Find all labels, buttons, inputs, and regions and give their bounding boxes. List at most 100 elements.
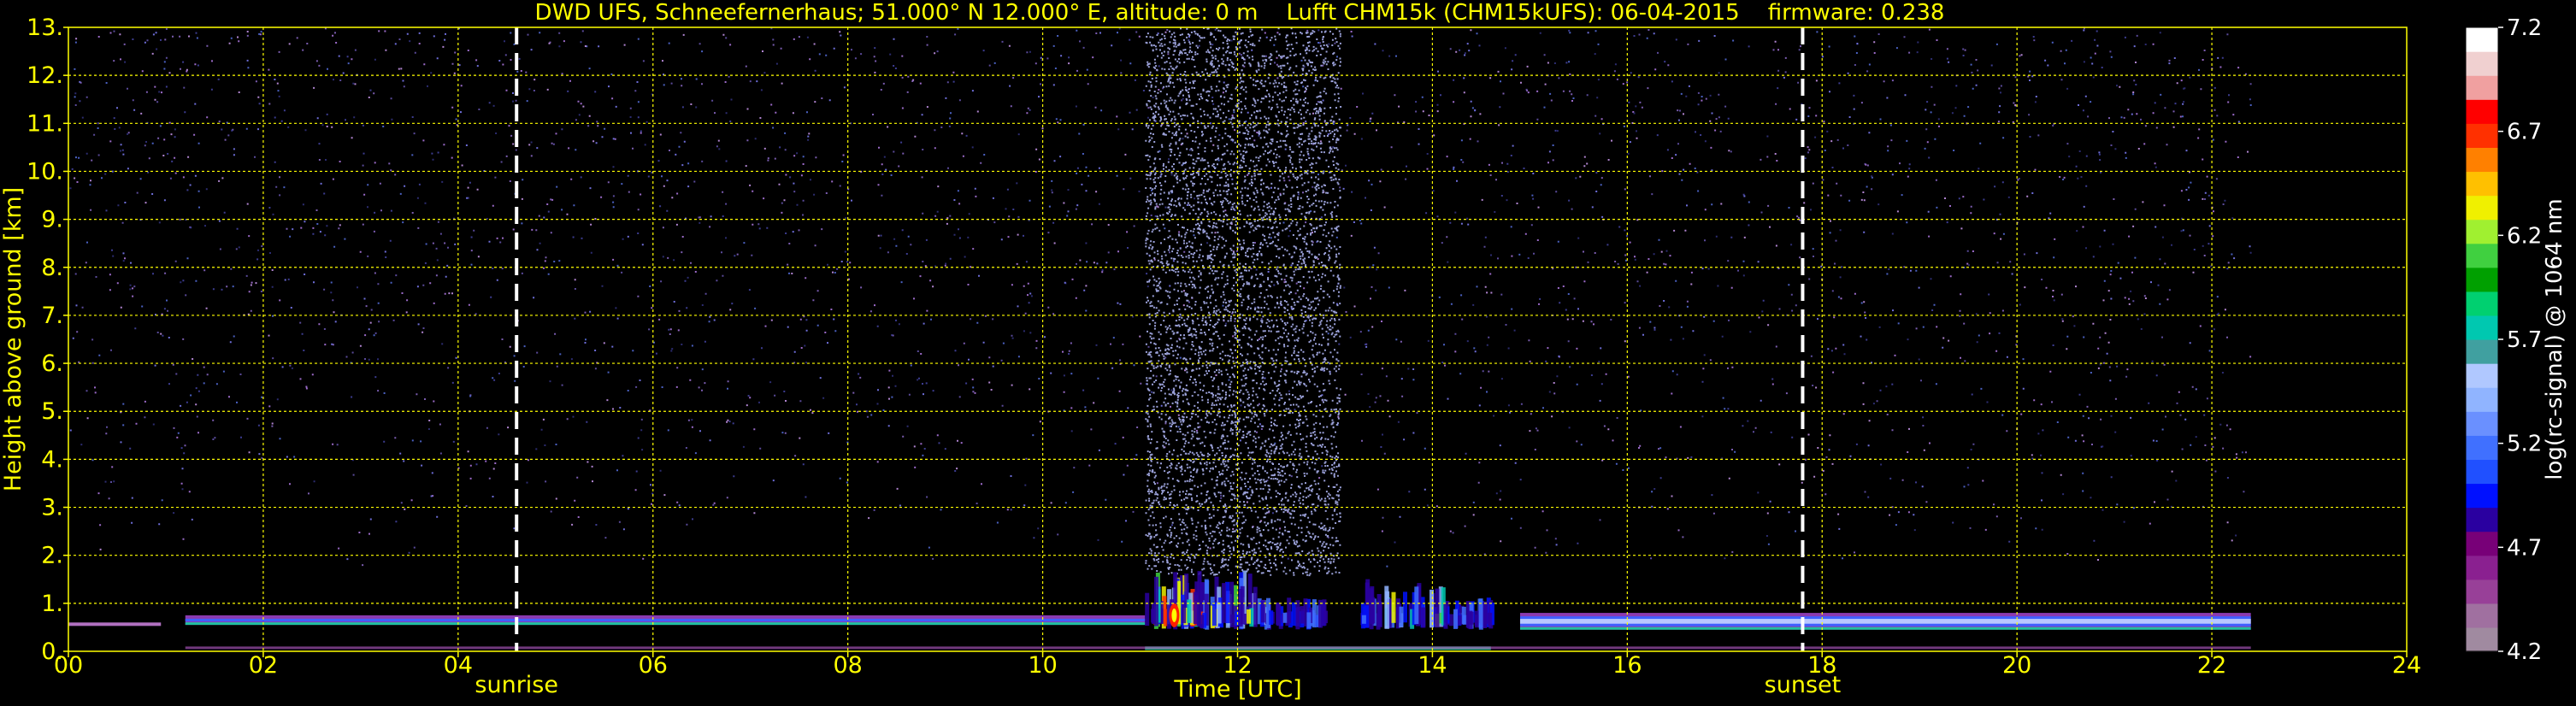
y-tick-label: 2. [41, 543, 63, 569]
plume-bar [1229, 614, 1235, 627]
y-tick-label: 0. [41, 638, 63, 665]
y-tick-label: 13. [27, 15, 63, 41]
y-tick-label: 4. [41, 446, 63, 473]
x-tick-label: 24 [2392, 652, 2421, 679]
x-tick-label: 04 [444, 652, 473, 679]
sunset-label: sunset [1765, 672, 1842, 698]
colorbar-tick-label: 4.7 [2507, 535, 2542, 561]
early-trace [68, 622, 162, 627]
x-tick-label: 14 [1418, 652, 1447, 679]
colorbar-segment [2466, 195, 2498, 221]
plume-bar [1217, 602, 1222, 624]
x-tick-label: 22 [2197, 652, 2226, 679]
colorbar-tick-label: 6.7 [2507, 120, 2542, 145]
plume-bar [1295, 600, 1300, 630]
layer-0-mid [185, 618, 1146, 622]
plume-bar [1253, 586, 1258, 627]
colorbar-segment [2466, 291, 2498, 316]
plume-bar [1414, 586, 1419, 624]
plume-bar [1361, 615, 1366, 624]
layer-0-base [185, 622, 1146, 626]
plume-bar [1429, 589, 1434, 628]
plume-bar [1154, 576, 1158, 627]
colorbar-segment [2466, 243, 2498, 268]
y-tick-label: 5. [41, 398, 63, 425]
colorbar-tick-label: 7.2 [2507, 15, 2542, 41]
y-tick-label: 11. [27, 110, 63, 137]
chart-title: DWD UFS, Schneefernerhaus; 51.000° N 12.… [535, 0, 1945, 26]
plume-bar [1421, 607, 1426, 628]
y-tick-label: 6. [41, 350, 63, 377]
plume-bar [1488, 612, 1493, 626]
plume-bar [1282, 612, 1288, 623]
colorbar-segment [2466, 603, 2498, 628]
layer-2-base [1519, 627, 2251, 630]
y-tick-label: 10. [27, 158, 63, 185]
plume-bar [1443, 603, 1448, 629]
plot-area [68, 26, 2408, 652]
colorbar-segment [2466, 339, 2498, 364]
x-tick-label: 02 [249, 652, 278, 679]
plume-bar [1145, 592, 1150, 627]
colorbar-segment [2466, 267, 2498, 292]
x-tick-label: 08 [833, 652, 862, 679]
plume-bar [1453, 609, 1458, 629]
colorbar-segment [2466, 459, 2498, 485]
plume-bar [1306, 612, 1312, 629]
plume-bar [1371, 597, 1376, 624]
plume-bar [1391, 591, 1396, 623]
y-tick-label: 1. [41, 591, 63, 617]
colorbar-tick-label: 4.2 [2507, 639, 2542, 665]
colorbar-segment [2466, 507, 2498, 532]
colorbar-segment [2466, 387, 2498, 412]
colorbar-segment [2466, 99, 2498, 124]
x-tick-label: 10 [1028, 652, 1057, 679]
colorbar-label: log(rc-signal) @ 1064 nm [2542, 198, 2567, 479]
colorbar-segment [2466, 435, 2498, 460]
colorbar-segment [2466, 363, 2498, 388]
colorbar-segment [2466, 51, 2498, 76]
plume-bar [1457, 615, 1462, 626]
y-tick-label: 3. [41, 495, 63, 521]
plume-bar [1483, 601, 1488, 625]
y-axis-label: Height above ground [km] [0, 187, 27, 491]
plume-bar [1240, 585, 1245, 625]
plume-bar [1182, 600, 1187, 624]
plume-bar [1287, 597, 1292, 623]
plume-bar [1448, 614, 1453, 627]
colorbar-segment [2466, 531, 2498, 556]
plume-bar [1247, 609, 1251, 624]
x-tick-label: 12 [1223, 652, 1252, 679]
plume-bar [1469, 611, 1474, 625]
plume-bar [1435, 588, 1440, 628]
colorbar-segment [2466, 123, 2498, 148]
x-tick-label: 20 [2002, 652, 2031, 679]
y-tick-label: 12. [27, 62, 63, 89]
colorbar-segment [2466, 411, 2498, 436]
sunrise-label: sunrise [475, 672, 558, 698]
plume-bar [1403, 591, 1407, 623]
plume-bar [1200, 615, 1205, 628]
plume-bar [1461, 606, 1466, 625]
plume-bar [1399, 606, 1404, 627]
colorbar-segment [2466, 147, 2498, 173]
surface-line [185, 646, 2251, 650]
y-tick-label: 7. [41, 303, 63, 329]
colorbar-segment [2466, 75, 2498, 100]
y-tick-label: 9. [41, 207, 63, 233]
colorbar-segment [2466, 171, 2498, 197]
plume-bar [1385, 591, 1390, 629]
colorbar-tick-label: 5.2 [2507, 432, 2542, 457]
x-tick-label: 06 [639, 652, 668, 679]
colorbar-segment [2466, 555, 2498, 580]
colorbar-segment [2466, 27, 2498, 52]
layer-2-core [1519, 619, 2251, 624]
plume-bar [1211, 602, 1217, 627]
plume-bar [1377, 602, 1382, 627]
colorbar-segment [2466, 579, 2498, 604]
plume-bar [1318, 599, 1323, 628]
x-axis-label: Time [UTC] [1173, 676, 1301, 703]
colorbar-segment [2466, 627, 2498, 652]
colorbar-segment [2466, 483, 2498, 509]
ceilometer-chart: DWD UFS, Schneefernerhaus; 51.000° N 12.… [0, 0, 2576, 706]
